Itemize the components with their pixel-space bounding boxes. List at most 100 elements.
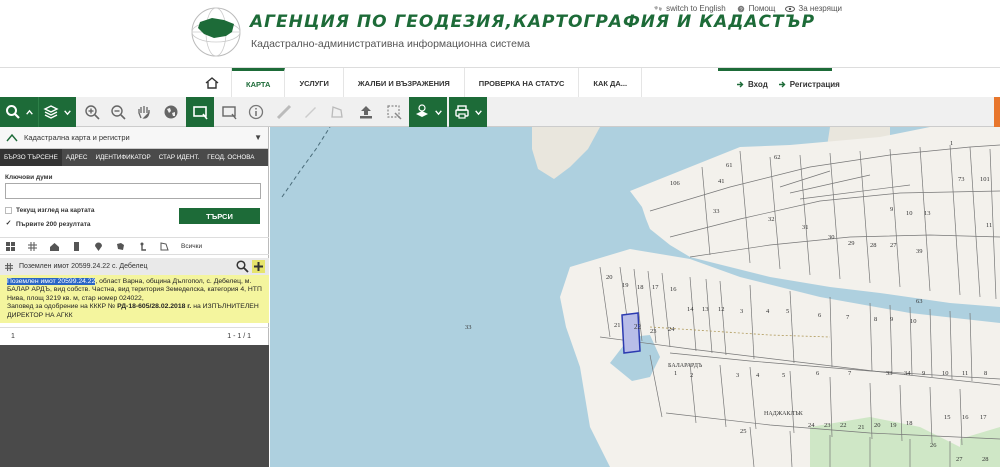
filter-units-icon[interactable] [71,241,81,251]
keywords-input[interactable] [5,183,261,199]
tab-address[interactable]: АДРЕС [62,149,92,166]
filter-polygon-icon[interactable] [159,241,169,251]
upload-button[interactable] [354,97,378,127]
parcel-label: 2 [690,372,693,379]
selected-parcel[interactable] [621,312,641,354]
filter-region-icon[interactable] [115,241,125,251]
select-tool-button[interactable] [186,97,214,127]
filter-all-label[interactable]: Всички [181,243,202,250]
print-icon [454,105,469,119]
parcel-label: 18 [906,420,913,427]
result-order-prefix: Заповед за одобрение на КККР № [7,303,116,311]
globe-button[interactable] [159,97,183,127]
filter-address-icon[interactable] [93,241,103,251]
filter-point-icon[interactable] [137,241,147,251]
result-details[interactable]: Поземлен имот 20599.24.22, област Варна,… [0,275,269,323]
zoom-out-icon [111,105,126,120]
clear-selection-button[interactable] [382,97,406,127]
nav-map[interactable]: КАРТА [232,68,286,98]
switch-language-link[interactable]: switch to English [653,4,726,13]
parcel-label: 9 [890,316,893,323]
panel-empty-area [0,345,269,467]
login-link[interactable]: Вход [736,80,768,89]
nav-how-to[interactable]: КАК ДА... [579,68,643,98]
search-button[interactable]: ТЪРСИ [179,208,260,224]
parcel-label: 21 [614,322,621,329]
filter-buildings-icon[interactable] [49,241,59,251]
zoom-in-icon [85,105,100,120]
result-header[interactable]: Поземлен имот 20599.24.22 с. Дебелец [0,258,269,275]
nav-home[interactable] [193,68,232,98]
layers-icon [43,105,59,119]
map-canvas[interactable]: 33 22 БАЛАРАРДЪ НАДЖАКЛЪК 1 62 61 106 41… [270,127,1000,467]
info-icon [248,104,264,120]
search-tool-button[interactable] [0,97,38,127]
select-outline-button[interactable] [217,97,241,127]
nav-status-check[interactable]: ПРОВЕРКА НА СТАТУС [465,68,580,98]
pan-button[interactable] [132,97,156,127]
parcel-label: 33 [886,370,893,377]
account-links: Вход Регистрация [718,68,840,98]
eye-icon [785,5,796,12]
help-link[interactable]: ? Помощ [736,4,775,13]
chevron-down-icon[interactable]: ▼ [254,133,262,142]
filter-parcels-icon[interactable] [5,241,15,251]
measure-area-button[interactable] [325,97,349,127]
identify-layers-icon [415,104,428,117]
parcel-label: 101 [980,176,990,183]
road-label-balarardy: БАЛАРАРДЪ [668,363,703,369]
info-button[interactable] [244,97,268,127]
clear-selection-icon [387,105,402,120]
layers-tool-button[interactable] [38,97,76,127]
filter-grid-icon[interactable] [27,241,37,251]
parcel-label: 3 [736,372,739,379]
parcel-label: 28 [982,456,989,463]
chevron-down-icon [64,109,71,115]
parcel-label: 61 [726,162,733,169]
result-title: Поземлен имот 20599.24.22 с. Дебелец [19,263,148,270]
parcel-label: 9 [890,206,893,213]
tab-quick-search[interactable]: БЪРЗО ТЪРСЕНЕ [0,149,62,166]
tab-old-identifier[interactable]: СТАР ИДЕНТ. [155,149,204,166]
pier [560,157,566,163]
zoom-in-button[interactable] [80,97,104,127]
svg-text:?: ? [739,7,742,13]
cadastral-map[interactable]: 33 22 БАЛАРАРДЪ НАДЖАКЛЪК 1 62 61 106 41… [270,127,1000,467]
measure-line-button[interactable] [298,97,322,127]
select-rectangle-icon [193,106,208,120]
zoom-out-button[interactable] [106,97,130,127]
parcel-label: 24 [808,422,815,429]
accessibility-link[interactable]: За незрящи [785,4,842,13]
add-result-icon[interactable] [252,260,265,273]
first-200-option[interactable]: ✓ Първите 200 резултата [5,220,91,228]
page-number[interactable]: 1 [11,333,15,340]
main-nav: КАРТА УСЛУГИ ЖАЛБИ И ВЪЗРАЖЕНИЯ ПРОВЕРКА… [0,67,1000,98]
nav-complaints[interactable]: ЖАЛБИ И ВЪЗРАЖЕНИЯ [344,68,465,98]
parcel-label: 10 [910,318,917,325]
result-highlight: Поземлен имот 20599.24.22 [7,278,96,285]
tab-identifier[interactable]: ИДЕНТИФИКАТОР [91,149,154,166]
first-200-label: Първите 200 резултата [16,221,91,228]
parcel-label: 8 [984,370,987,377]
first-200-checkbox[interactable]: ✓ [5,220,12,228]
print-tool-button[interactable] [449,97,487,127]
measure-distance-button[interactable] [272,97,296,127]
parcel-label: 10 [906,210,913,217]
parcel-label: 16 [670,286,677,293]
zoom-to-result-icon[interactable] [236,260,249,273]
current-view-option[interactable]: Текущ изглед на картата [5,207,94,214]
agency-logo-icon[interactable] [190,6,242,58]
panel-header[interactable]: Кадастрална карта и регистри ▼ [0,127,268,149]
side-panel-tab[interactable] [994,97,1000,127]
parcel-label: 41 [718,178,725,185]
search-panel: Кадастрална карта и регистри ▼ БЪРЗО ТЪР… [0,127,269,467]
current-view-checkbox[interactable] [5,207,12,214]
tab-geodetic-base[interactable]: ГЕОД. ОСНОВА [203,149,258,166]
search-tabs: БЪРЗО ТЪРСЕНЕ АДРЕС ИДЕНТИФИКАТОР СТАР И… [0,149,268,166]
parcel-label: 21 [858,424,865,431]
parcel-label: 1 [674,370,677,377]
identify-tool-button[interactable] [409,97,447,127]
nav-services[interactable]: УСЛУГИ [285,68,344,98]
login-label: Вход [748,80,768,89]
register-link[interactable]: Регистрация [778,80,840,89]
